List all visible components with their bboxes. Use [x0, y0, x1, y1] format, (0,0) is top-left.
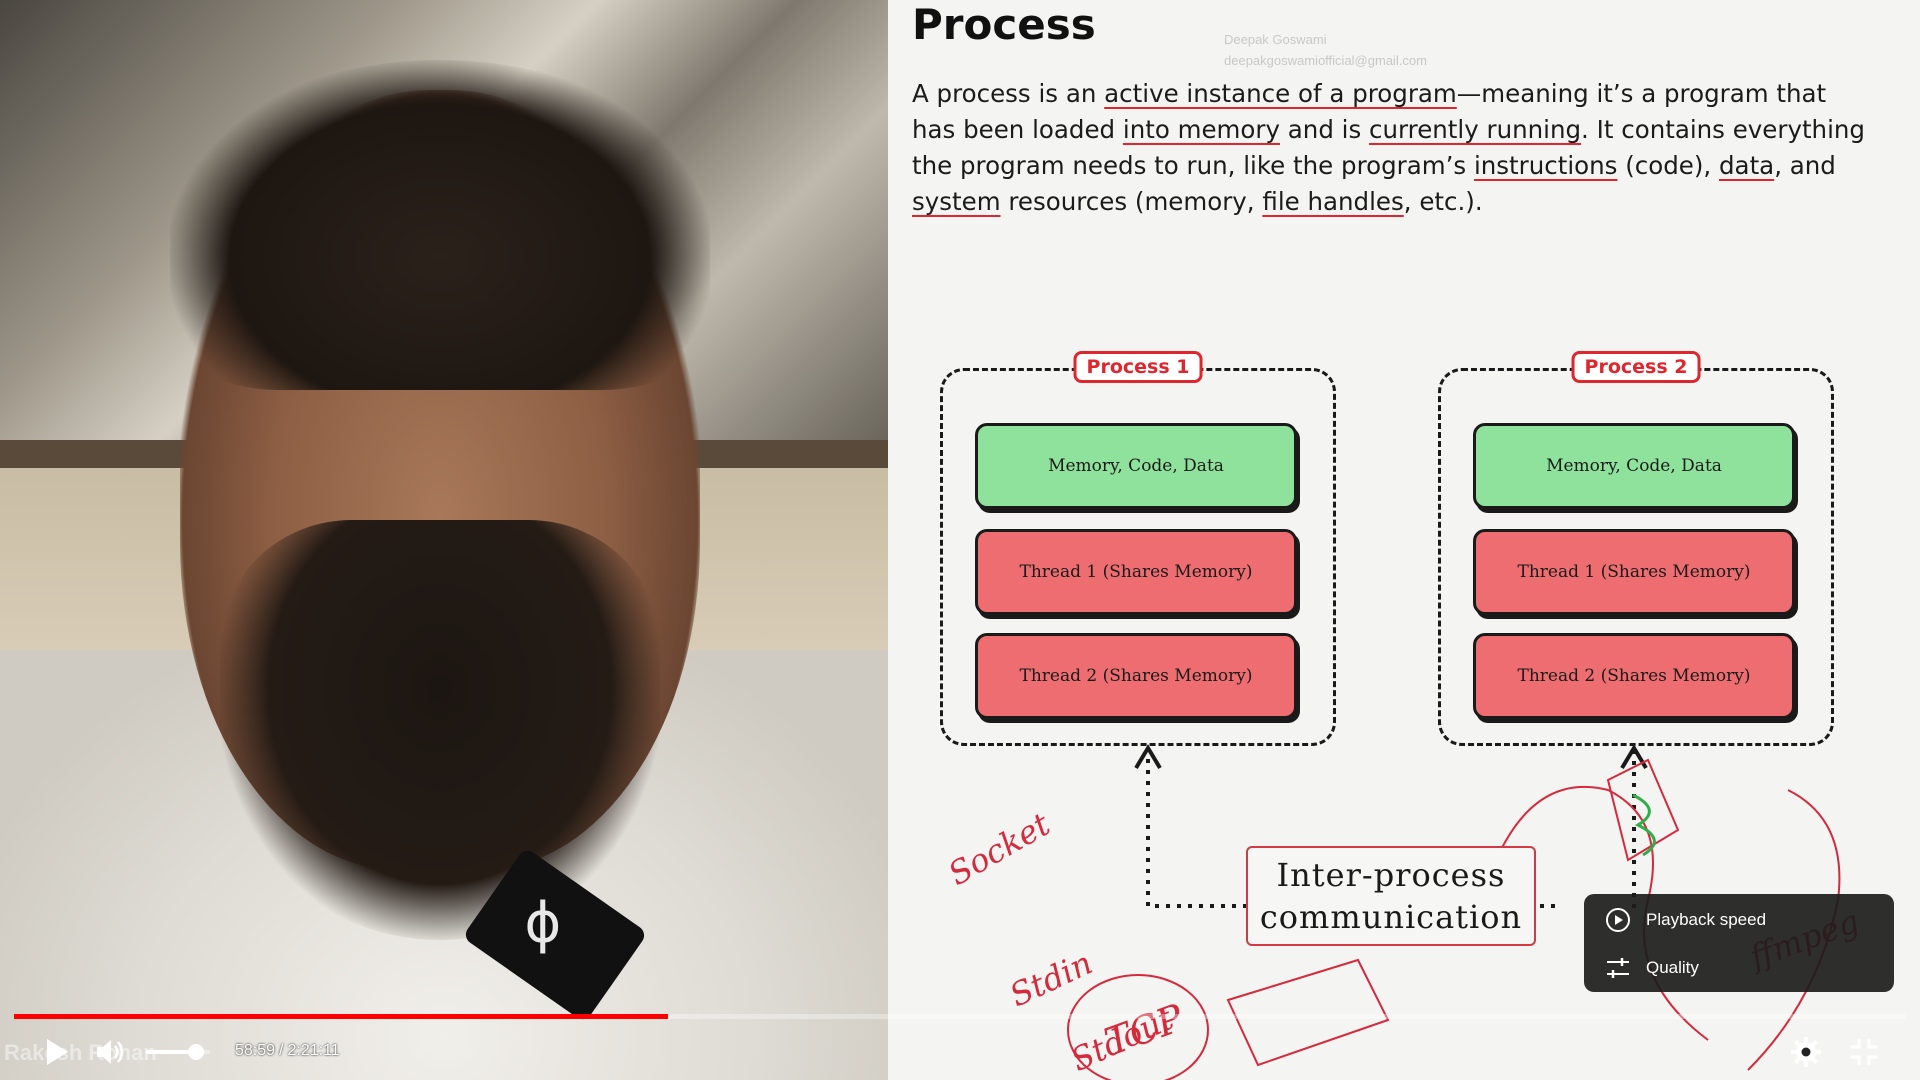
- duration: 2:21:11: [287, 1042, 340, 1059]
- time-separator: /: [279, 1042, 284, 1059]
- playback-speed-icon: [1606, 908, 1630, 932]
- progress-bar-fill: [14, 1014, 668, 1019]
- ipc-label: Inter-process communication: [1260, 854, 1522, 938]
- ipc-label-line-1: Inter-process: [1276, 856, 1506, 894]
- microphone-logo-icon: ɸ: [524, 890, 562, 956]
- exit-fullscreen-button[interactable]: [1846, 1034, 1882, 1070]
- settings-menu: Playback speed Quality: [1584, 894, 1894, 992]
- volume-button[interactable]: [92, 1034, 128, 1070]
- gear-icon: [1791, 1037, 1821, 1067]
- player-controls: 58:59/2:21:11: [0, 1030, 1920, 1080]
- quality-sliders-icon: [1607, 958, 1629, 978]
- webcam-video: ɸ: [0, 0, 888, 1080]
- exit-fullscreen-icon: [1851, 1039, 1877, 1065]
- quality-label: Quality: [1646, 958, 1699, 977]
- presenter-hair: [170, 60, 710, 390]
- playback-speed-label: Playback speed: [1646, 910, 1767, 929]
- play-icon: [47, 1039, 68, 1065]
- current-time: 58:59: [235, 1042, 276, 1059]
- ipc-box: Inter-process communication: [1246, 846, 1536, 946]
- volume-icon: [97, 1040, 124, 1064]
- volume-slider[interactable]: [146, 1044, 210, 1060]
- volume-slider-knob[interactable]: [187, 1044, 204, 1060]
- quality-menu-item[interactable]: Quality: [1584, 944, 1894, 992]
- presenter-beard: [220, 520, 660, 940]
- settings-button[interactable]: [1788, 1034, 1824, 1070]
- time-display: 58:59/2:21:11: [235, 1042, 340, 1060]
- play-button[interactable]: [38, 1034, 74, 1070]
- progress-bar[interactable]: [14, 1014, 1906, 1019]
- ipc-label-line-2: communication: [1259, 898, 1523, 936]
- playback-speed-menu-item[interactable]: Playback speed: [1584, 896, 1894, 944]
